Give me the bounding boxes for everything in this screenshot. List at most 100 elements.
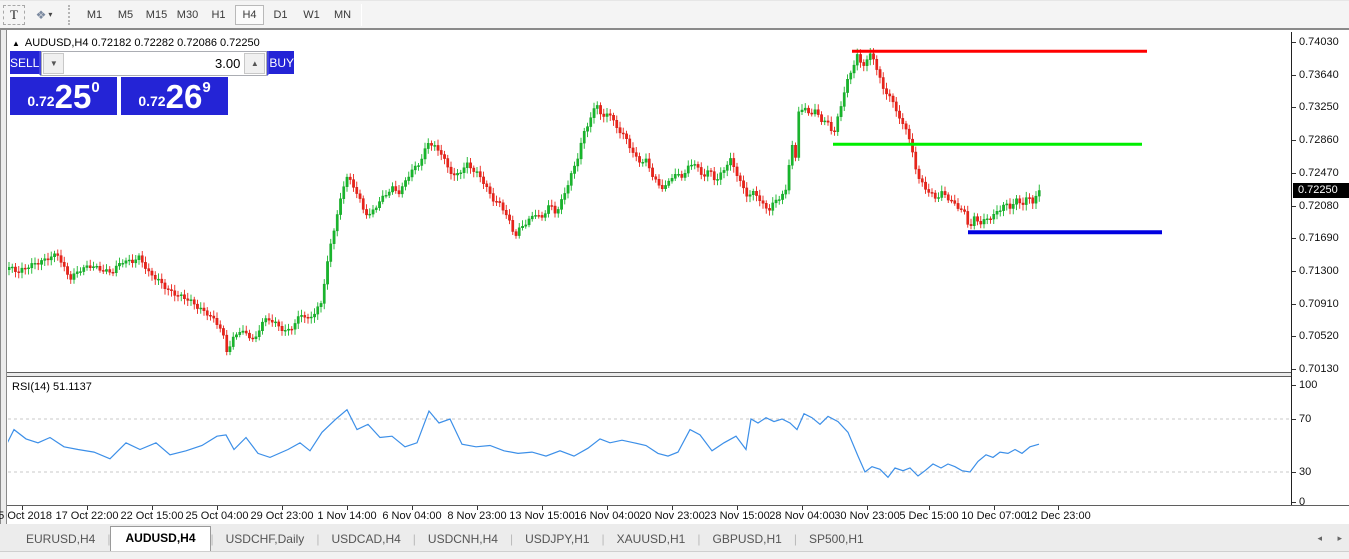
toolbar-grip[interactable] [68,5,75,25]
candle-body [531,216,533,219]
tab-scroll-right-icon[interactable]: ▸ [1337,533,1342,544]
candle-body [508,215,510,220]
candle-body [629,139,631,148]
candle-body [248,333,250,338]
candle-body [252,338,254,339]
buy-button[interactable]: BUY [267,51,294,76]
candle-body [781,194,783,200]
volume-spinner: ▼ ▲ [41,51,267,76]
candle-body [963,210,965,212]
timeframe-button-m1[interactable]: M1 [80,5,109,25]
candle-body [726,165,728,170]
candle-body [924,182,926,189]
price-tick [1292,304,1296,305]
candle-body [859,54,861,62]
candle-body [96,266,98,267]
candle-body [996,211,998,214]
candle-body [375,208,377,210]
time-scale[interactable]: 15 Oct 201817 Oct 22:0022 Oct 15:0025 Oc… [8,506,1349,524]
candle-body [310,317,312,318]
candle-body [239,332,241,334]
tab-usdjpy-h1[interactable]: USDJPY,H1 [513,528,601,551]
candle-body [466,163,468,168]
candle-body [733,158,735,166]
candle-body [174,291,176,296]
candle-body [102,270,104,271]
trade-levels-button[interactable]: ❖ ▾ [27,5,61,25]
candle-body [209,315,211,316]
candle-body [664,185,666,188]
text-tool-button[interactable]: T [3,5,25,25]
tab-xauusd-h1[interactable]: XAUUSD,H1 [605,528,698,551]
candle-body [950,200,952,201]
tab-usdcnh-h4[interactable]: USDCNH,H4 [416,528,510,551]
candle-body [560,199,562,209]
candle-body [681,174,683,177]
date-axis-label: 30 Nov 23:00 [834,510,899,522]
buy-price-button[interactable]: 0.72 26 9 [121,77,228,115]
timeframe-button-w1[interactable]: W1 [297,5,326,25]
price-axis-label: 0.72860 [1299,134,1339,146]
candle-body [382,196,384,202]
date-axis-label: 25 Oct 04:00 [186,510,249,522]
volume-decrease-button[interactable]: ▼ [43,53,64,74]
candle-body [359,194,361,199]
candle-body [336,215,338,231]
candle-body [460,173,462,174]
tab-usdchf-daily[interactable]: USDCHF,Daily [214,528,317,551]
diamond-arrows-icon: ❖ [36,8,47,22]
tab-sp500-h1[interactable]: SP500,H1 [797,528,876,551]
volume-increase-button[interactable]: ▲ [244,53,265,74]
candle-body [206,311,208,316]
timeframe-button-h4[interactable]: H4 [235,5,264,25]
candle-body [989,219,991,220]
candle-body [544,214,546,218]
tab-usdcad-h4[interactable]: USDCAD,H4 [319,528,412,551]
candle-body [190,300,192,301]
timeframe-button-m30[interactable]: M30 [173,5,202,25]
candle-body [690,165,692,166]
candle-body [866,60,868,66]
price-tick [1292,238,1296,239]
candle-body [112,272,114,273]
candle-body [846,79,848,92]
price-scale[interactable]: 0.740300.736400.732500.728600.724700.720… [1291,32,1349,505]
candle-body [437,145,439,150]
volume-input[interactable] [64,53,244,74]
timeframe-button-d1[interactable]: D1 [266,5,295,25]
tab-scroll-left-icon[interactable]: ◂ [1317,533,1322,544]
candle-body [115,266,117,273]
chevron-down-icon: ▾ [48,10,52,19]
candle-body [40,260,42,264]
candle-body [889,94,891,96]
candle-body [814,110,816,114]
price-tick [1292,140,1296,141]
candle-body [837,117,839,132]
candle-body [577,159,579,166]
candle-body [980,221,982,224]
candle-body [716,179,718,180]
candle-body [976,217,978,222]
timeframe-button-m15[interactable]: M15 [142,5,171,25]
tab-eurusd-h4[interactable]: EURUSD,H4 [14,528,107,551]
tab-audusd-h4[interactable]: AUDUSD,H4 [110,526,210,551]
candle-body [843,93,845,107]
tab-gbpusd-h1[interactable]: GBPUSD,H1 [700,528,793,551]
timeframe-button-h1[interactable]: H1 [204,5,233,25]
candle-body [21,268,23,272]
candle-body [434,145,436,146]
rsi-chart[interactable] [8,377,1291,505]
candle-body [499,201,501,202]
candle-body [739,176,741,181]
toolbar-separator [361,4,362,26]
candle-body [193,300,195,304]
candle-body [573,166,575,174]
timeframe-button-m5[interactable]: M5 [111,5,140,25]
sell-button[interactable]: SELL [10,51,41,76]
timeframe-button-mn[interactable]: MN [328,5,357,25]
rsi-tick [1292,502,1296,503]
sell-price-button[interactable]: 0.72 25 0 [10,77,117,115]
candle-body [895,102,897,111]
candle-body [993,214,995,219]
candle-body [226,335,228,352]
